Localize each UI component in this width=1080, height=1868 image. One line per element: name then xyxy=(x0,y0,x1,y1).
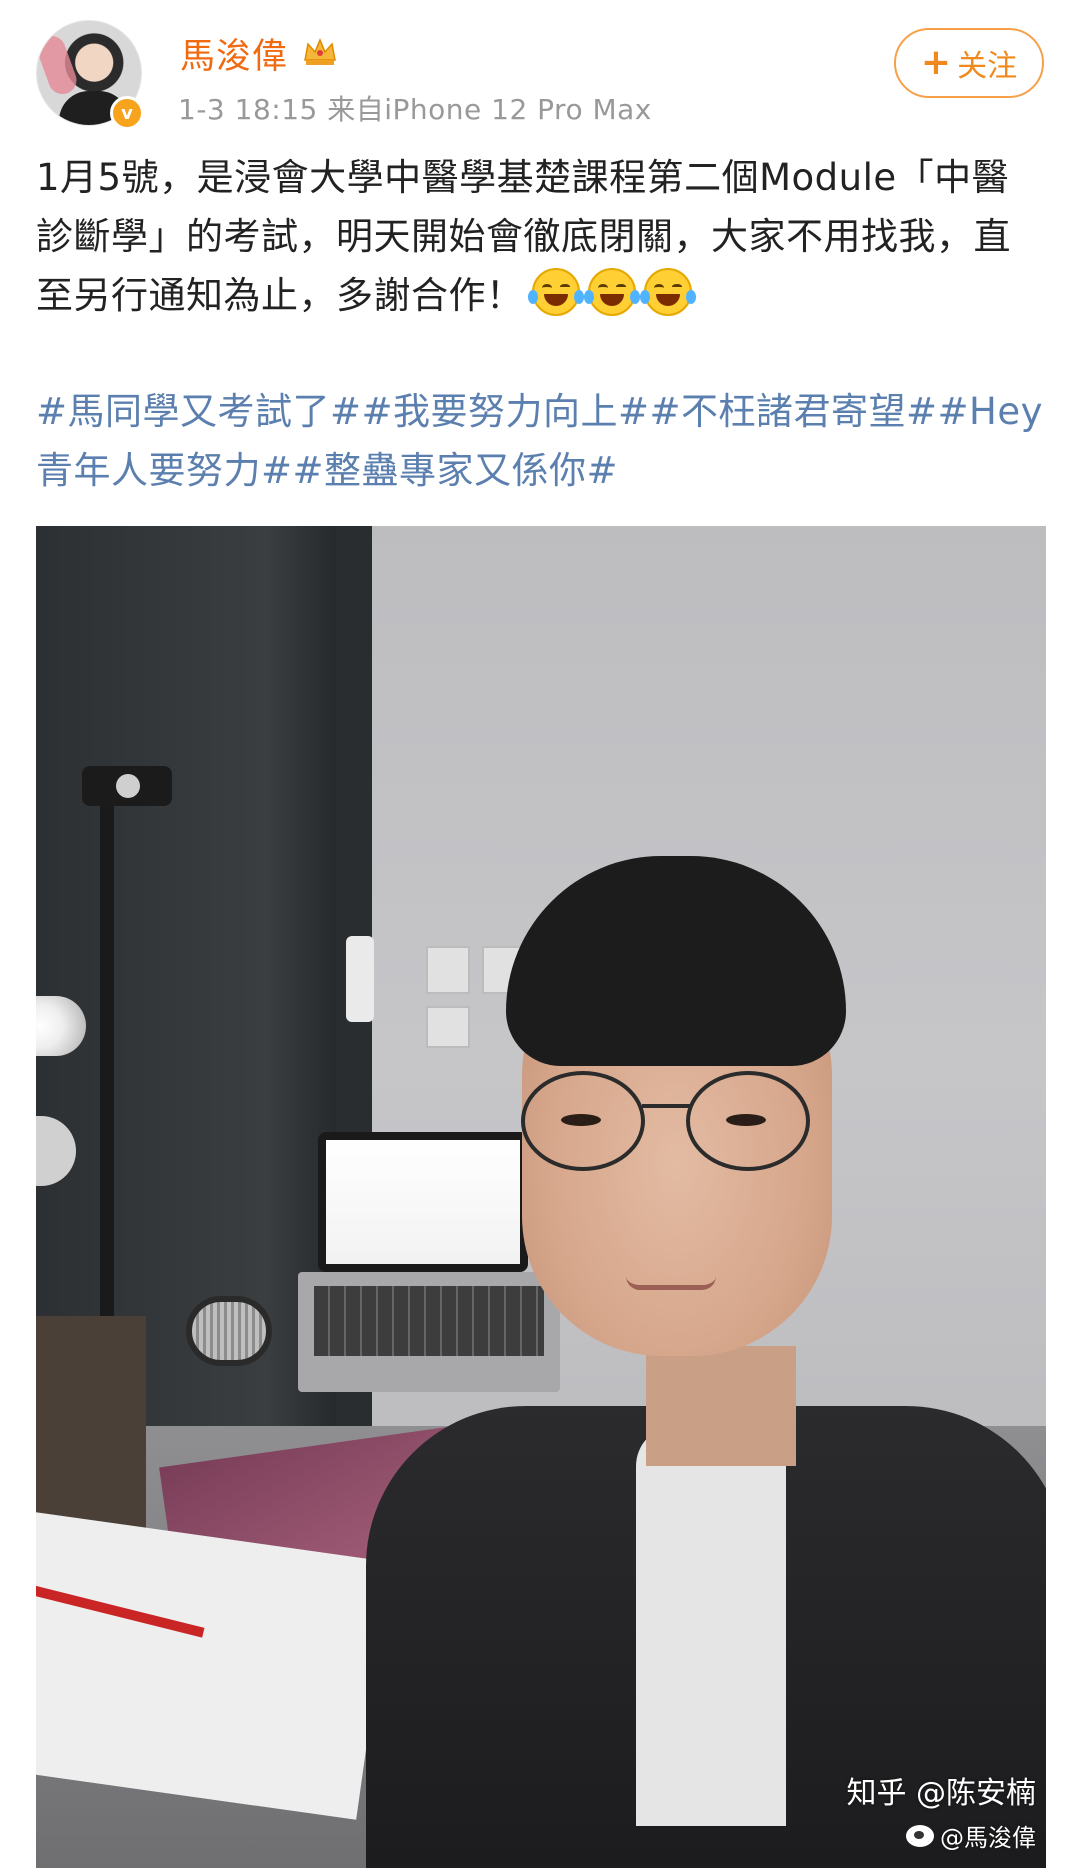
avatar-decoration xyxy=(37,32,81,98)
zhihu-watermark: 知乎 @陈安楠 xyxy=(846,1776,1036,1811)
plus-icon: + xyxy=(920,42,952,83)
laugh-cry-emoji-icon xyxy=(639,268,696,316)
post-meta: 1-3 18:15 来自iPhone 12 Pro Max xyxy=(178,93,652,126)
photo-laptop-display xyxy=(326,1140,520,1264)
photo-remote xyxy=(346,936,374,1022)
laugh-cry-emoji-icon xyxy=(527,268,584,316)
photo-laptop-screen xyxy=(318,1132,528,1272)
photo-switch xyxy=(426,946,470,994)
username[interactable]: 馬浚偉 xyxy=(180,28,288,79)
photo-mouth xyxy=(626,1276,716,1290)
post-photo[interactable]: 知乎 @陈安楠 @馬浚偉 xyxy=(36,526,1046,1868)
photo-webcam-lens xyxy=(116,774,140,798)
follow-label: 关注 xyxy=(957,49,1018,84)
photo-eye-right xyxy=(726,1114,766,1126)
photo-microphone xyxy=(186,1296,272,1366)
weibo-watermark-text: @馬浚偉 xyxy=(940,1824,1036,1852)
photo-person-neck xyxy=(646,1346,796,1466)
weibo-watermark: @馬浚偉 xyxy=(906,1818,1036,1853)
photo-person-tshirt xyxy=(636,1426,786,1826)
photo-notebook xyxy=(36,1512,393,1820)
photo-laptop-keyboard xyxy=(314,1286,544,1356)
photo-webcam xyxy=(82,766,172,806)
post-header: v 馬浚偉 1-3 18:15 来自iPhone 12 Pro Max + 关注 xyxy=(0,0,1080,130)
photo-glasses-bridge xyxy=(642,1104,690,1108)
photo-eye-left xyxy=(561,1114,601,1126)
weibo-icon xyxy=(906,1824,934,1847)
hashtags[interactable]: #馬同學又考試了##我要努力向上##不枉諸君寄望##Hey 青年人要努力##整蠱… xyxy=(36,382,1046,500)
photo-switch xyxy=(426,1006,470,1048)
follow-button[interactable]: + 关注 xyxy=(894,28,1044,98)
laugh-cry-emoji-icon xyxy=(583,268,640,316)
verified-badge-icon: v xyxy=(110,96,144,130)
post-body: 1月5號，是浸會大學中醫學基楚課程第二個Module「中醫診斷學」的考試，明天開… xyxy=(36,156,1011,317)
crown-icon xyxy=(304,38,336,65)
post-text: 1月5號，是浸會大學中醫學基楚課程第二個Module「中醫診斷學」的考試，明天開… xyxy=(36,148,1046,325)
